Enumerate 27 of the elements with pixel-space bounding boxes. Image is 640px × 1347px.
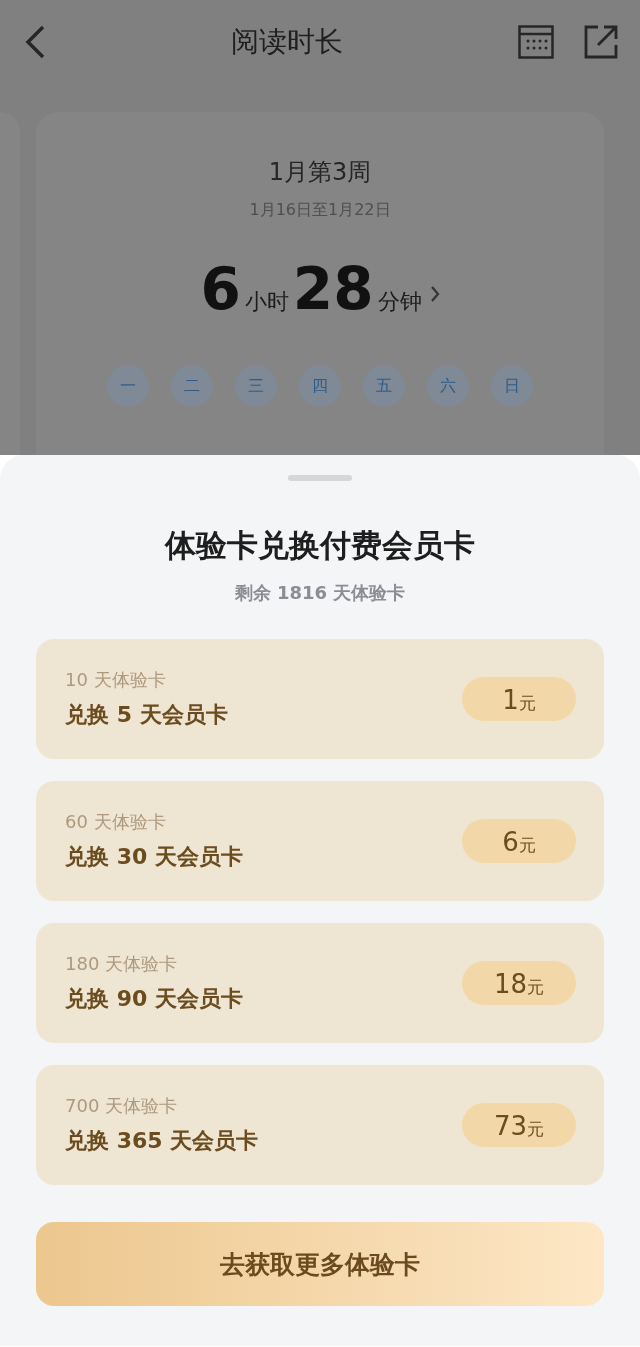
calendar-icon[interactable] <box>518 25 554 59</box>
drag-handle[interactable] <box>288 475 352 481</box>
cost-text: 10 天体验卡 <box>65 668 167 692</box>
cost-text: 180 天体验卡 <box>65 952 179 976</box>
chevron-icon <box>429 285 440 303</box>
share-icon[interactable] <box>584 25 618 59</box>
week-title: 1月第3周 <box>268 157 372 188</box>
exchange-option[interactable]: 180 天体验卡 兑换 90 天会员卡 18元 <box>36 923 604 1043</box>
price-button[interactable]: 6元 <box>462 819 576 863</box>
remaining-text: 剩余 1816 天体验卡 <box>234 581 406 605</box>
exchange-option[interactable]: 60 天体验卡 兑换 30 天会员卡 6元 <box>36 781 604 901</box>
reward-text: 兑换 5 天会员卡 <box>65 701 229 729</box>
get-more-button[interactable]: 去获取更多体验卡 <box>36 1222 604 1306</box>
price-button[interactable]: 73元 <box>462 1103 576 1147</box>
page-title: 阅读时长 <box>230 24 344 60</box>
exchange-option[interactable]: 10 天体验卡 兑换 5 天会员卡 1元 <box>36 639 604 759</box>
reward-text: 兑换 90 天会员卡 <box>65 985 244 1013</box>
reading-duration[interactable]: 6 小时 28 分钟 <box>200 255 422 323</box>
reward-text: 兑换 365 天会员卡 <box>65 1127 260 1155</box>
back-icon[interactable] <box>24 24 46 60</box>
price-button[interactable]: 18元 <box>462 961 576 1005</box>
cost-text: 700 天体验卡 <box>65 1094 179 1118</box>
cost-text: 60 天体验卡 <box>65 810 167 834</box>
exchange-option[interactable]: 700 天体验卡 兑换 365 天会员卡 73元 <box>36 1065 604 1185</box>
price-button[interactable]: 1元 <box>462 677 576 721</box>
sheet-title: 体验卡兑换付费会员卡 <box>165 526 475 565</box>
reward-text: 兑换 30 天会员卡 <box>65 843 244 871</box>
